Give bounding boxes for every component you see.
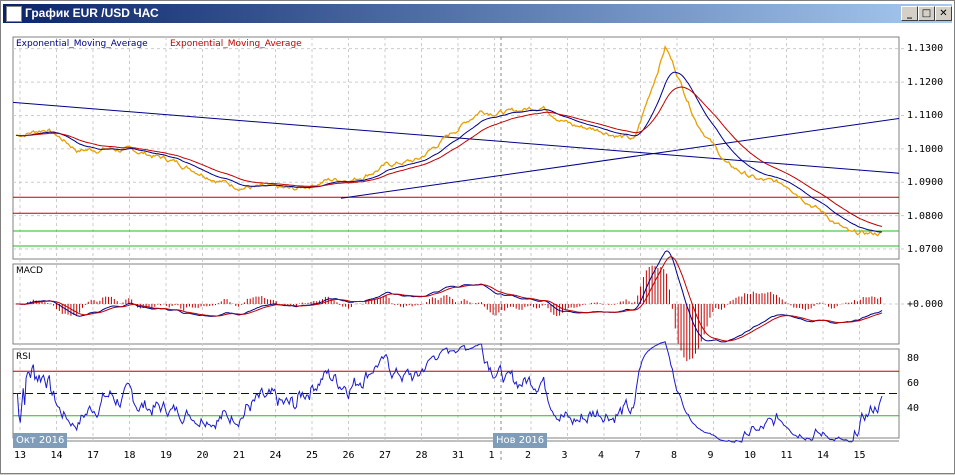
date-axis-label: 19 bbox=[160, 450, 173, 461]
ema2-legend: Exponential_Moving_Average bbox=[170, 39, 302, 49]
date-axis-label: 2 bbox=[525, 450, 532, 461]
macd-label: MACD bbox=[16, 266, 43, 276]
date-axis-label: 27 bbox=[379, 450, 392, 461]
rsi-axis-label: 40 bbox=[907, 403, 920, 414]
rsi-axis-label: 80 bbox=[907, 353, 920, 364]
price-axis-label: 1.0700 bbox=[907, 244, 944, 255]
date-axis-label: 1 bbox=[488, 450, 495, 461]
ema1-legend: Exponential_Moving_Average bbox=[16, 39, 148, 49]
price-axis-label: 1.1200 bbox=[907, 76, 944, 88]
month-label-nov: Нов 2016 bbox=[493, 433, 548, 448]
date-axis-label: 15 bbox=[853, 450, 866, 461]
date-axis-label: 28 bbox=[415, 450, 428, 461]
date-axis-label: 3 bbox=[561, 450, 568, 461]
date-axis-label: 21 bbox=[233, 450, 246, 461]
price-axis-label: 1.1100 bbox=[907, 110, 944, 121]
date-axis-label: 9 bbox=[707, 450, 714, 461]
macd-axis-label: +0.000 bbox=[907, 299, 944, 310]
price-axis-label: 1.0800 bbox=[907, 210, 944, 222]
chart-window: График EUR /USD ЧАС _ □ ✕ Exponential_Mo… bbox=[0, 0, 955, 474]
date-axis-label: 31 bbox=[452, 450, 465, 461]
price-axis-label: 1.1000 bbox=[907, 143, 944, 155]
date-axis-label: 20 bbox=[196, 450, 209, 461]
price-chart[interactable] bbox=[1, 1, 955, 475]
date-axis-label: 25 bbox=[306, 450, 319, 461]
rsi-axis-label: 60 bbox=[907, 378, 920, 389]
date-axis-label: 7 bbox=[634, 450, 641, 461]
date-axis-label: 26 bbox=[342, 450, 355, 461]
date-axis-label: 18 bbox=[123, 450, 136, 461]
date-axis-label: 8 bbox=[671, 450, 678, 461]
date-axis-label: 17 bbox=[87, 450, 100, 461]
date-axis-label: 14 bbox=[817, 450, 830, 461]
price-axis-label: 1.1300 bbox=[907, 43, 944, 54]
date-axis-label: 13 bbox=[14, 450, 27, 461]
rsi-label: RSI bbox=[16, 352, 31, 362]
date-axis-label: 24 bbox=[269, 450, 282, 461]
date-axis-label: 10 bbox=[744, 450, 757, 461]
price-axis-label: 1.0900 bbox=[907, 177, 944, 188]
date-axis-label: 11 bbox=[780, 450, 793, 461]
month-label-oct: Окт 2016 bbox=[13, 433, 68, 448]
date-axis-label: 4 bbox=[598, 450, 605, 461]
date-axis-label: 14 bbox=[50, 450, 63, 461]
